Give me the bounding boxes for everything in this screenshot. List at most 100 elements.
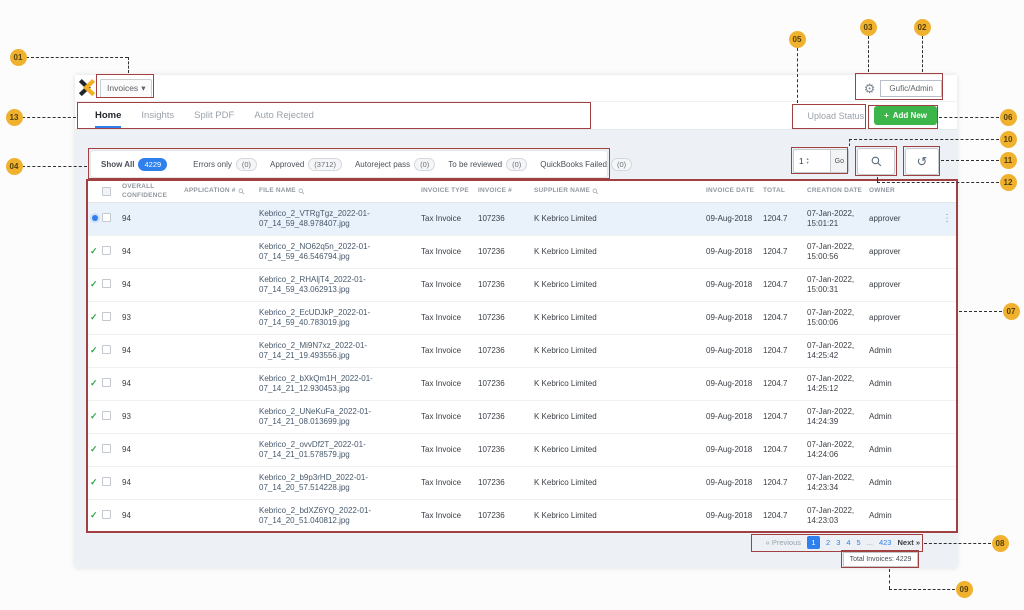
column-search-icon[interactable] (238, 188, 245, 195)
row-checkbox[interactable] (102, 213, 111, 222)
table-row[interactable]: ✓94Kebrico_2_ovvDf2T_2022-01-07_14_21_01… (88, 434, 956, 467)
cell-type: Tax Invoice (421, 214, 478, 224)
search-button[interactable] (857, 148, 895, 175)
pagination-previous[interactable]: « Previous (766, 538, 801, 547)
pagination-page-3[interactable]: 3 (836, 538, 840, 547)
cell-supplier: K Kebrico Limited (534, 313, 706, 323)
column-header-invoice[interactable]: INVOICE # (478, 187, 534, 195)
user-account-button[interactable]: Gufic/Admin (880, 80, 942, 97)
table-row[interactable]: ✓94Kebrico_2_NO62q5n_2022-01-07_14_59_46… (88, 236, 956, 269)
table-row[interactable]: ✓94Kebrico_2_RHAljT4_2022-01-07_14_59_43… (88, 269, 956, 302)
column-search-icon[interactable] (298, 188, 305, 195)
row-checkbox[interactable] (102, 345, 111, 354)
table-row[interactable]: 94Kebrico_2_VTRgTgz_2022-01-07_14_59_48.… (88, 203, 956, 236)
row-menu-icon[interactable]: ⋮ (942, 214, 952, 224)
header-right-group: ⚙ Gufic/Admin (864, 80, 942, 97)
select-all-checkbox[interactable] (102, 187, 111, 196)
pagination-page-5[interactable]: 5 (857, 538, 861, 547)
column-label: INVOICE TYPE (421, 187, 469, 195)
gear-icon[interactable]: ⚙ (864, 82, 876, 95)
column-header-total[interactable]: TOTAL (763, 187, 807, 195)
add-new-button[interactable]: + Add New (874, 106, 937, 125)
row-approved-indicator: ✓ (88, 279, 102, 291)
row-checkbox[interactable] (102, 411, 111, 420)
cell-invoice_date: 09-Aug-2018 (706, 412, 763, 422)
cell-type: Tax Invoice (421, 247, 478, 257)
callout-connector-line (26, 57, 128, 58)
row-checkbox[interactable] (102, 510, 111, 519)
row-checkbox[interactable] (102, 279, 111, 288)
check-icon: ✓ (90, 477, 98, 487)
filter-autoreject-pass[interactable]: Autoreject pass(0) (355, 158, 435, 171)
column-header-owner[interactable]: OWNER (869, 187, 956, 195)
row-checkbox[interactable] (102, 477, 111, 486)
refresh-icon: ↺ (917, 154, 928, 170)
callout-08: 08 (992, 535, 1009, 552)
filter-count-badge: (0) (611, 158, 632, 171)
selected-dot-icon (92, 215, 98, 221)
go-button[interactable]: Go (830, 150, 848, 172)
cell-created: 07-Jan-2022, 15:01:21 (807, 209, 869, 230)
pagination-page-1[interactable]: 1 (807, 536, 820, 549)
column-label: OWNER (869, 187, 895, 195)
column-header-overall-confidence[interactable]: OVERALL CONFIDENCE (122, 183, 184, 199)
tab-home[interactable]: Home (95, 102, 121, 129)
callout-connector-line (924, 543, 991, 544)
cell-type: Tax Invoice (421, 511, 478, 521)
upload-status-button[interactable]: Upload Status (808, 111, 865, 121)
column-header-invoice-type[interactable]: INVOICE TYPE (421, 187, 478, 195)
stepper-icon[interactable]: ▴ ▾ (806, 157, 808, 165)
nav-right-group: Upload Status + Add New (808, 106, 937, 125)
page-number-input[interactable]: 1 (794, 157, 803, 166)
tab-split-pdf[interactable]: Split PDF (194, 102, 234, 129)
cell-invoice: 107236 (478, 346, 534, 356)
cell-file: Kebrico_2_NO62q5n_2022-01-07_14_59_46.54… (259, 242, 421, 263)
row-checkbox[interactable] (102, 378, 111, 387)
cell-file: Kebrico_2_bdXZ6YQ_2022-01-07_14_20_51.04… (259, 506, 421, 527)
row-checkbox-cell (102, 411, 122, 423)
table-row[interactable]: ✓94Kebrico_2_bXkQm1H_2022-01-07_14_21_12… (88, 368, 956, 401)
pagination-page-2[interactable]: 2 (826, 538, 830, 547)
row-approved-indicator: ✓ (88, 411, 102, 423)
pagination-page-4[interactable]: 4 (846, 538, 850, 547)
filter-to-be-reviewed[interactable]: To be reviewed(0) (448, 158, 527, 171)
row-selected-indicator (88, 214, 102, 224)
stepper-down-icon[interactable]: ▾ (806, 161, 808, 165)
table-row[interactable]: ✓93Kebrico_2_EcUDJkP_2022-01-07_14_59_40… (88, 302, 956, 335)
filter-show-all[interactable]: Show All4229 (101, 158, 167, 171)
cell-invoice_date: 09-Aug-2018 (706, 445, 763, 455)
table-row[interactable]: ✓94Kebrico_2_bdXZ6YQ_2022-01-07_14_20_51… (88, 500, 956, 533)
row-checkbox-cell (102, 510, 122, 522)
filter-count-badge: (3712) (308, 158, 342, 171)
column-search-icon[interactable] (592, 188, 599, 195)
row-checkbox[interactable] (102, 246, 111, 255)
column-header-supplier-name[interactable]: SUPPLIER NAME (534, 187, 706, 195)
cell-type: Tax Invoice (421, 346, 478, 356)
tab-auto-rejected[interactable]: Auto Rejected (254, 102, 314, 129)
table-row[interactable]: ✓94Kebrico_2_b9p3rHD_2022-01-07_14_20_57… (88, 467, 956, 500)
column-label: TOTAL (763, 187, 785, 195)
column-header-application[interactable]: APPLICATION # (184, 187, 259, 195)
filter-quickbooks-failed[interactable]: QuickBooks Failed(0) (540, 158, 632, 171)
nav-tabs: Home Insights Split PDF Auto Rejected (95, 102, 314, 129)
row-checkbox[interactable] (102, 312, 111, 321)
pagination-page-423[interactable]: 423 (879, 538, 892, 547)
filter-label: Show All (101, 160, 134, 169)
row-checkbox[interactable] (102, 444, 111, 453)
filter-errors-only[interactable]: Errors only(0) (193, 158, 257, 171)
screenshot-canvas: Invoices ▾ ⚙ Gufic/Admin Home Insights Spl… (0, 0, 1024, 610)
pagination-next[interactable]: Next » (897, 538, 920, 547)
check-icon: ✓ (90, 510, 98, 520)
invoices-menu-button[interactable]: Invoices ▾ (100, 79, 152, 98)
refresh-button[interactable]: ↺ (905, 148, 939, 175)
table-row[interactable]: ✓94Kebrico_2_Mi9N7xz_2022-01-07_14_21_19… (88, 335, 956, 368)
table-row[interactable]: ✓93Kebrico_2_UNeKuFa_2022-01-07_14_21_08… (88, 401, 956, 434)
column-header-file-name[interactable]: FILE NAME (259, 187, 421, 195)
cell-supplier: K Kebrico Limited (534, 478, 706, 488)
cell-file: Kebrico_2_Mi9N7xz_2022-01-07_14_21_19.49… (259, 341, 421, 362)
column-header-creation-date[interactable]: CREATION DATE (807, 187, 869, 195)
tab-insights[interactable]: Insights (141, 102, 174, 129)
column-header-invoice-date[interactable]: INVOICE DATE (706, 187, 763, 195)
cell-file: Kebrico_2_UNeKuFa_2022-01-07_14_21_08.01… (259, 407, 421, 428)
filter-approved[interactable]: Approved(3712) (270, 158, 342, 171)
